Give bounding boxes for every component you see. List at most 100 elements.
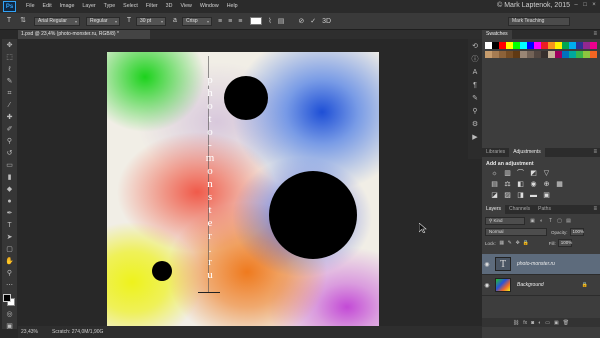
curves-icon[interactable]: ⌒ [516,170,525,178]
zoom-tool-icon[interactable]: ⚲ [4,268,15,279]
layer-row-text[interactable]: ◉ T photo-monster.ru [482,254,600,275]
clone-source-panel-icon[interactable]: ⚲ [470,107,480,117]
color-swatch[interactable] [513,42,520,49]
more-tools-icon[interactable]: ⋯ [4,280,15,291]
zoom-level[interactable]: 23,43% [18,329,48,335]
lock-all-icon[interactable]: 🔒 [523,240,529,246]
vertical-text-layer[interactable]: p h o t o - m o n s t e r . r u [202,74,218,282]
panel-menu-icon[interactable]: ≡ [593,30,597,39]
color-swatch[interactable] [562,42,569,49]
pen-tool-icon[interactable]: ✒ [4,208,15,219]
commit-icon[interactable]: ✓ [310,17,316,25]
eraser-tool-icon[interactable]: ▭ [4,160,15,171]
posterize-icon[interactable]: ▨ [503,192,512,200]
color-swatch[interactable] [506,42,513,49]
foreground-color-swatch[interactable] [3,294,11,302]
color-swatch[interactable] [562,51,569,58]
path-selection-tool-icon[interactable]: ➤ [4,232,15,243]
screen-mode-icon[interactable]: ▣ [4,321,15,332]
history-panel-icon[interactable]: ⟲ [470,42,480,52]
color-swatch[interactable] [541,51,548,58]
document-canvas[interactable]: p h o t o - m o n s t e r . r u [107,52,379,326]
gradient-map-icon[interactable]: ▬ [529,192,538,200]
color-swatch[interactable] [499,51,506,58]
text-orientation-icon[interactable]: ⇅ [18,16,28,26]
menu-type[interactable]: Type [100,0,119,13]
quick-mask-icon[interactable]: ◎ [4,309,15,320]
menu-help[interactable]: Help [223,0,242,13]
color-swatch[interactable] [534,51,541,58]
color-swatch[interactable] [548,51,555,58]
actions-panel-icon[interactable]: ▶ [470,133,480,143]
color-swatch[interactable] [492,42,499,49]
layer-name[interactable]: Background [517,282,544,288]
type-tool-preset-icon[interactable]: T [4,16,14,26]
align-left-icon[interactable]: ≡ [218,18,222,25]
lock-pixels-icon[interactable]: ✎ [507,240,513,246]
align-center-icon[interactable]: ≡ [228,18,232,25]
crop-tool-icon[interactable]: ⌗ [4,88,15,99]
maximize-icon[interactable]: □ [582,2,588,8]
color-swatch[interactable] [541,42,548,49]
color-swatch[interactable] [527,51,534,58]
menu-select[interactable]: Select [119,0,142,13]
color-swatch[interactable] [576,51,583,58]
color-balance-icon[interactable]: ⚖ [503,181,512,189]
tab-libraries[interactable]: Libraries [482,148,509,157]
menu-window[interactable]: Window [196,0,223,13]
layer-name[interactable]: photo-monster.ru [517,261,555,267]
type-filter-icon[interactable]: T [547,218,554,225]
lock-transparent-icon[interactable]: ▦ [499,240,505,246]
gradient-tool-icon[interactable]: ▮ [4,172,15,183]
visibility-eye-icon[interactable]: ◉ [482,282,492,289]
cancel-icon[interactable]: ⊘ [298,17,304,25]
properties-panel-icon[interactable]: ⓘ [470,55,480,65]
eyedropper-tool-icon[interactable]: ⁄ [4,100,15,111]
brush-tool-icon[interactable]: ✐ [4,124,15,135]
panel-menu-icon[interactable]: ≡ [593,205,597,214]
color-swatch[interactable] [548,42,555,49]
font-style-select[interactable]: Regular ▾ [86,16,120,26]
group-icon[interactable]: ▭ [545,320,550,326]
color-swatch[interactable] [534,42,541,49]
vibrance-icon[interactable]: ▽ [542,170,551,178]
layer-style-icon[interactable]: fx [523,320,527,326]
pixel-filter-icon[interactable]: ▣ [529,218,536,225]
brightness-icon[interactable]: ☼ [490,170,499,178]
color-swatch[interactable] [527,42,534,49]
character-panel-icon[interactable]: ▤ [278,17,285,25]
tab-adjustments[interactable]: Adjustments [509,148,545,157]
delete-layer-icon[interactable]: 🗑 [563,320,569,326]
visibility-eye-icon[interactable]: ◉ [482,261,492,268]
color-swatch[interactable] [569,51,576,58]
marquee-tool-icon[interactable]: ⬚ [4,52,15,63]
align-right-icon[interactable]: ≡ [238,18,242,25]
adjustment-layer-icon[interactable]: ◐ [538,320,541,326]
menu-3d[interactable]: 3D [162,0,177,13]
opacity-input[interactable]: 100% [569,228,584,236]
antialias-select[interactable]: Crisp ▾ [182,16,212,26]
new-layer-icon[interactable]: ▣ [554,320,559,326]
levels-icon[interactable]: ▥ [503,170,512,178]
smart-object-filter-icon[interactable]: ▤ [565,218,572,225]
color-swatch[interactable] [555,51,562,58]
color-swatch[interactable] [492,51,499,58]
color-swatch[interactable] [590,42,597,49]
healing-tool-icon[interactable]: ✚ [4,112,15,123]
menu-layer[interactable]: Layer [78,0,99,13]
exposure-icon[interactable]: ◩ [529,170,538,178]
shape-tool-icon[interactable]: ▢ [4,244,15,255]
minimize-icon[interactable]: – [573,2,579,8]
color-swatch[interactable] [520,51,527,58]
3d-icon[interactable]: 3D [322,18,331,25]
tab-layers[interactable]: Layers [482,205,506,214]
color-swatch[interactable] [555,42,562,49]
brush-panel-icon[interactable]: ✎ [470,94,480,104]
lock-position-icon[interactable]: ✥ [515,240,521,246]
warp-text-icon[interactable]: ⌇ [268,17,271,25]
adjustment-filter-icon[interactable]: ◐ [538,218,545,225]
hand-tool-icon[interactable]: ✋ [4,256,15,267]
add-mask-icon[interactable]: ◙ [531,320,534,326]
color-swatch[interactable] [506,51,513,58]
menu-view[interactable]: View [176,0,195,13]
